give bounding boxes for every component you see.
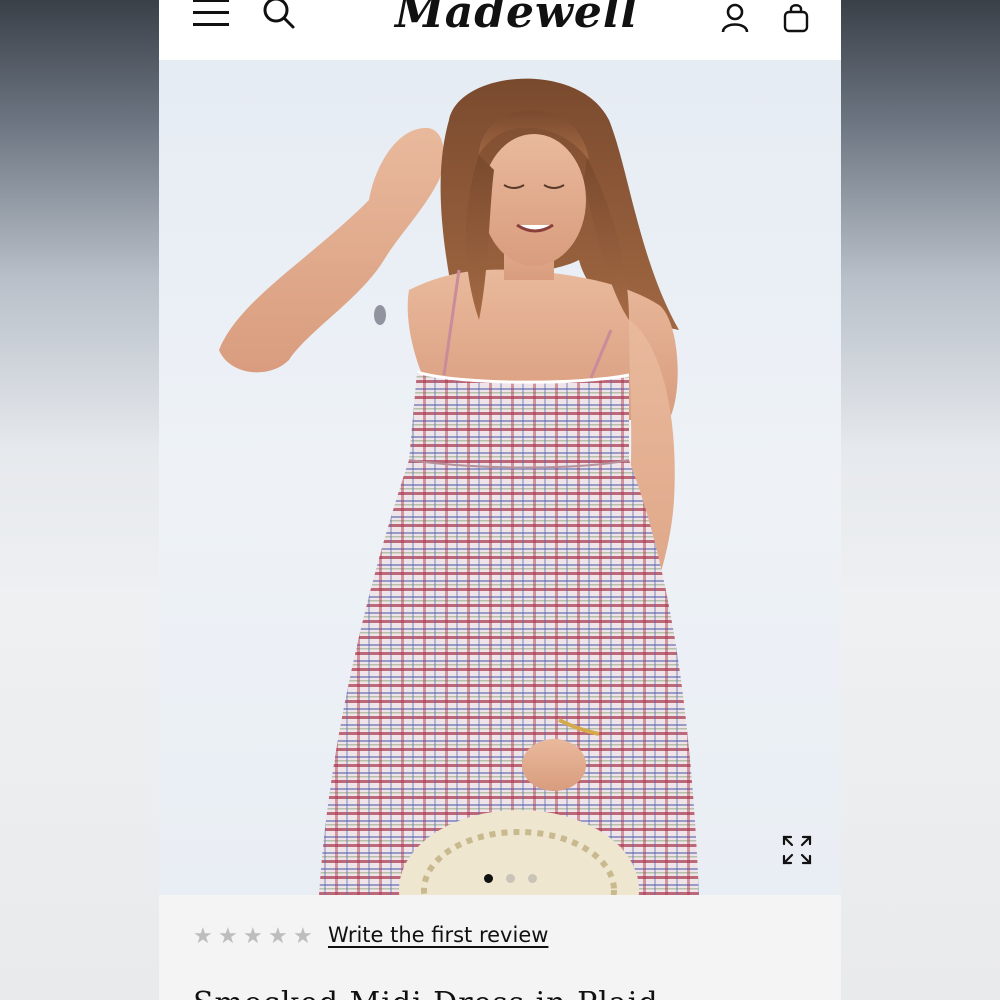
star-icon: ★ — [243, 924, 263, 949]
mobile-page: Madewell ★ ★ ★ ★ ★ Write the first revie… — [159, 0, 841, 1000]
star-icon: ★ — [193, 924, 213, 949]
account-icon[interactable] — [721, 2, 749, 34]
product-title: Smocked Midi Dress in Plaid — [193, 986, 659, 1000]
expand-fullscreen-icon[interactable] — [781, 834, 813, 866]
carousel-dot-2[interactable] — [506, 874, 515, 883]
site-header: Madewell — [159, 0, 841, 60]
product-image[interactable] — [159, 60, 841, 895]
hamburger-menu-icon[interactable] — [193, 0, 231, 30]
background-left — [0, 0, 159, 1000]
star-icon: ★ — [268, 924, 288, 949]
carousel-dot-1[interactable] — [484, 874, 493, 883]
star-icon: ★ — [218, 924, 238, 949]
reviews-row: ★ ★ ★ ★ ★ Write the first review — [193, 922, 833, 954]
carousel-dot-3[interactable] — [528, 874, 537, 883]
write-review-link[interactable]: Write the first review — [328, 923, 548, 947]
star-icon: ★ — [293, 924, 313, 949]
shopping-bag-icon[interactable] — [783, 2, 809, 34]
brand-logo[interactable]: Madewell — [395, 0, 637, 44]
search-icon[interactable] — [262, 0, 296, 30]
star-rating: ★ ★ ★ ★ ★ — [193, 926, 317, 948]
background-right — [841, 0, 1000, 1000]
carousel-dots — [477, 872, 537, 886]
